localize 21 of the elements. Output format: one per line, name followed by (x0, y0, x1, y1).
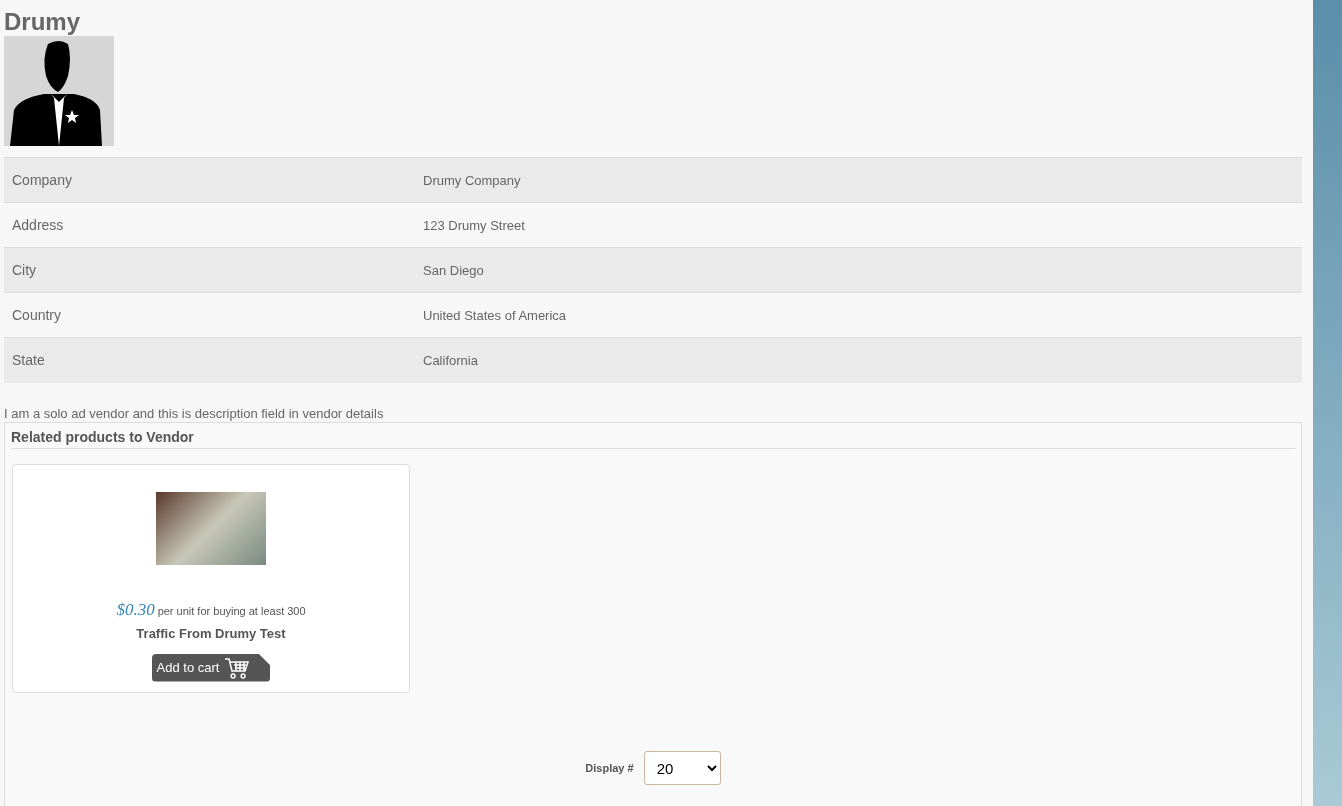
panel-title: Related products to Vendor (11, 428, 1295, 449)
cart-icon (224, 656, 251, 679)
vendor-name: Drumy (4, 8, 82, 36)
detail-label: State (4, 337, 415, 383)
detail-value: Drumy Company (415, 157, 1302, 203)
avatar-silhouette-icon (4, 36, 114, 146)
display-count-select[interactable]: 20 (643, 751, 721, 785)
detail-value: California (415, 337, 1302, 383)
add-to-cart-button[interactable]: Add to cart (151, 653, 271, 682)
detail-value: San Diego (415, 247, 1302, 293)
detail-value: 123 Drumy Street (415, 202, 1302, 248)
display-count-label: Display # (585, 762, 634, 774)
detail-label: Company (4, 157, 415, 203)
product-price: $0.30 (116, 599, 155, 620)
detail-label: City (4, 247, 415, 293)
vendor-description: I am a solo ad vendor and this is description field in vendor details (4, 405, 385, 422)
price-note: per unit for buying at least 300 (157, 604, 306, 617)
product-name[interactable]: Traffic From Drumy Test (136, 625, 286, 641)
detail-value: United States of America (415, 292, 1302, 338)
detail-label: Country (4, 292, 415, 338)
detail-label: Address (4, 202, 415, 248)
